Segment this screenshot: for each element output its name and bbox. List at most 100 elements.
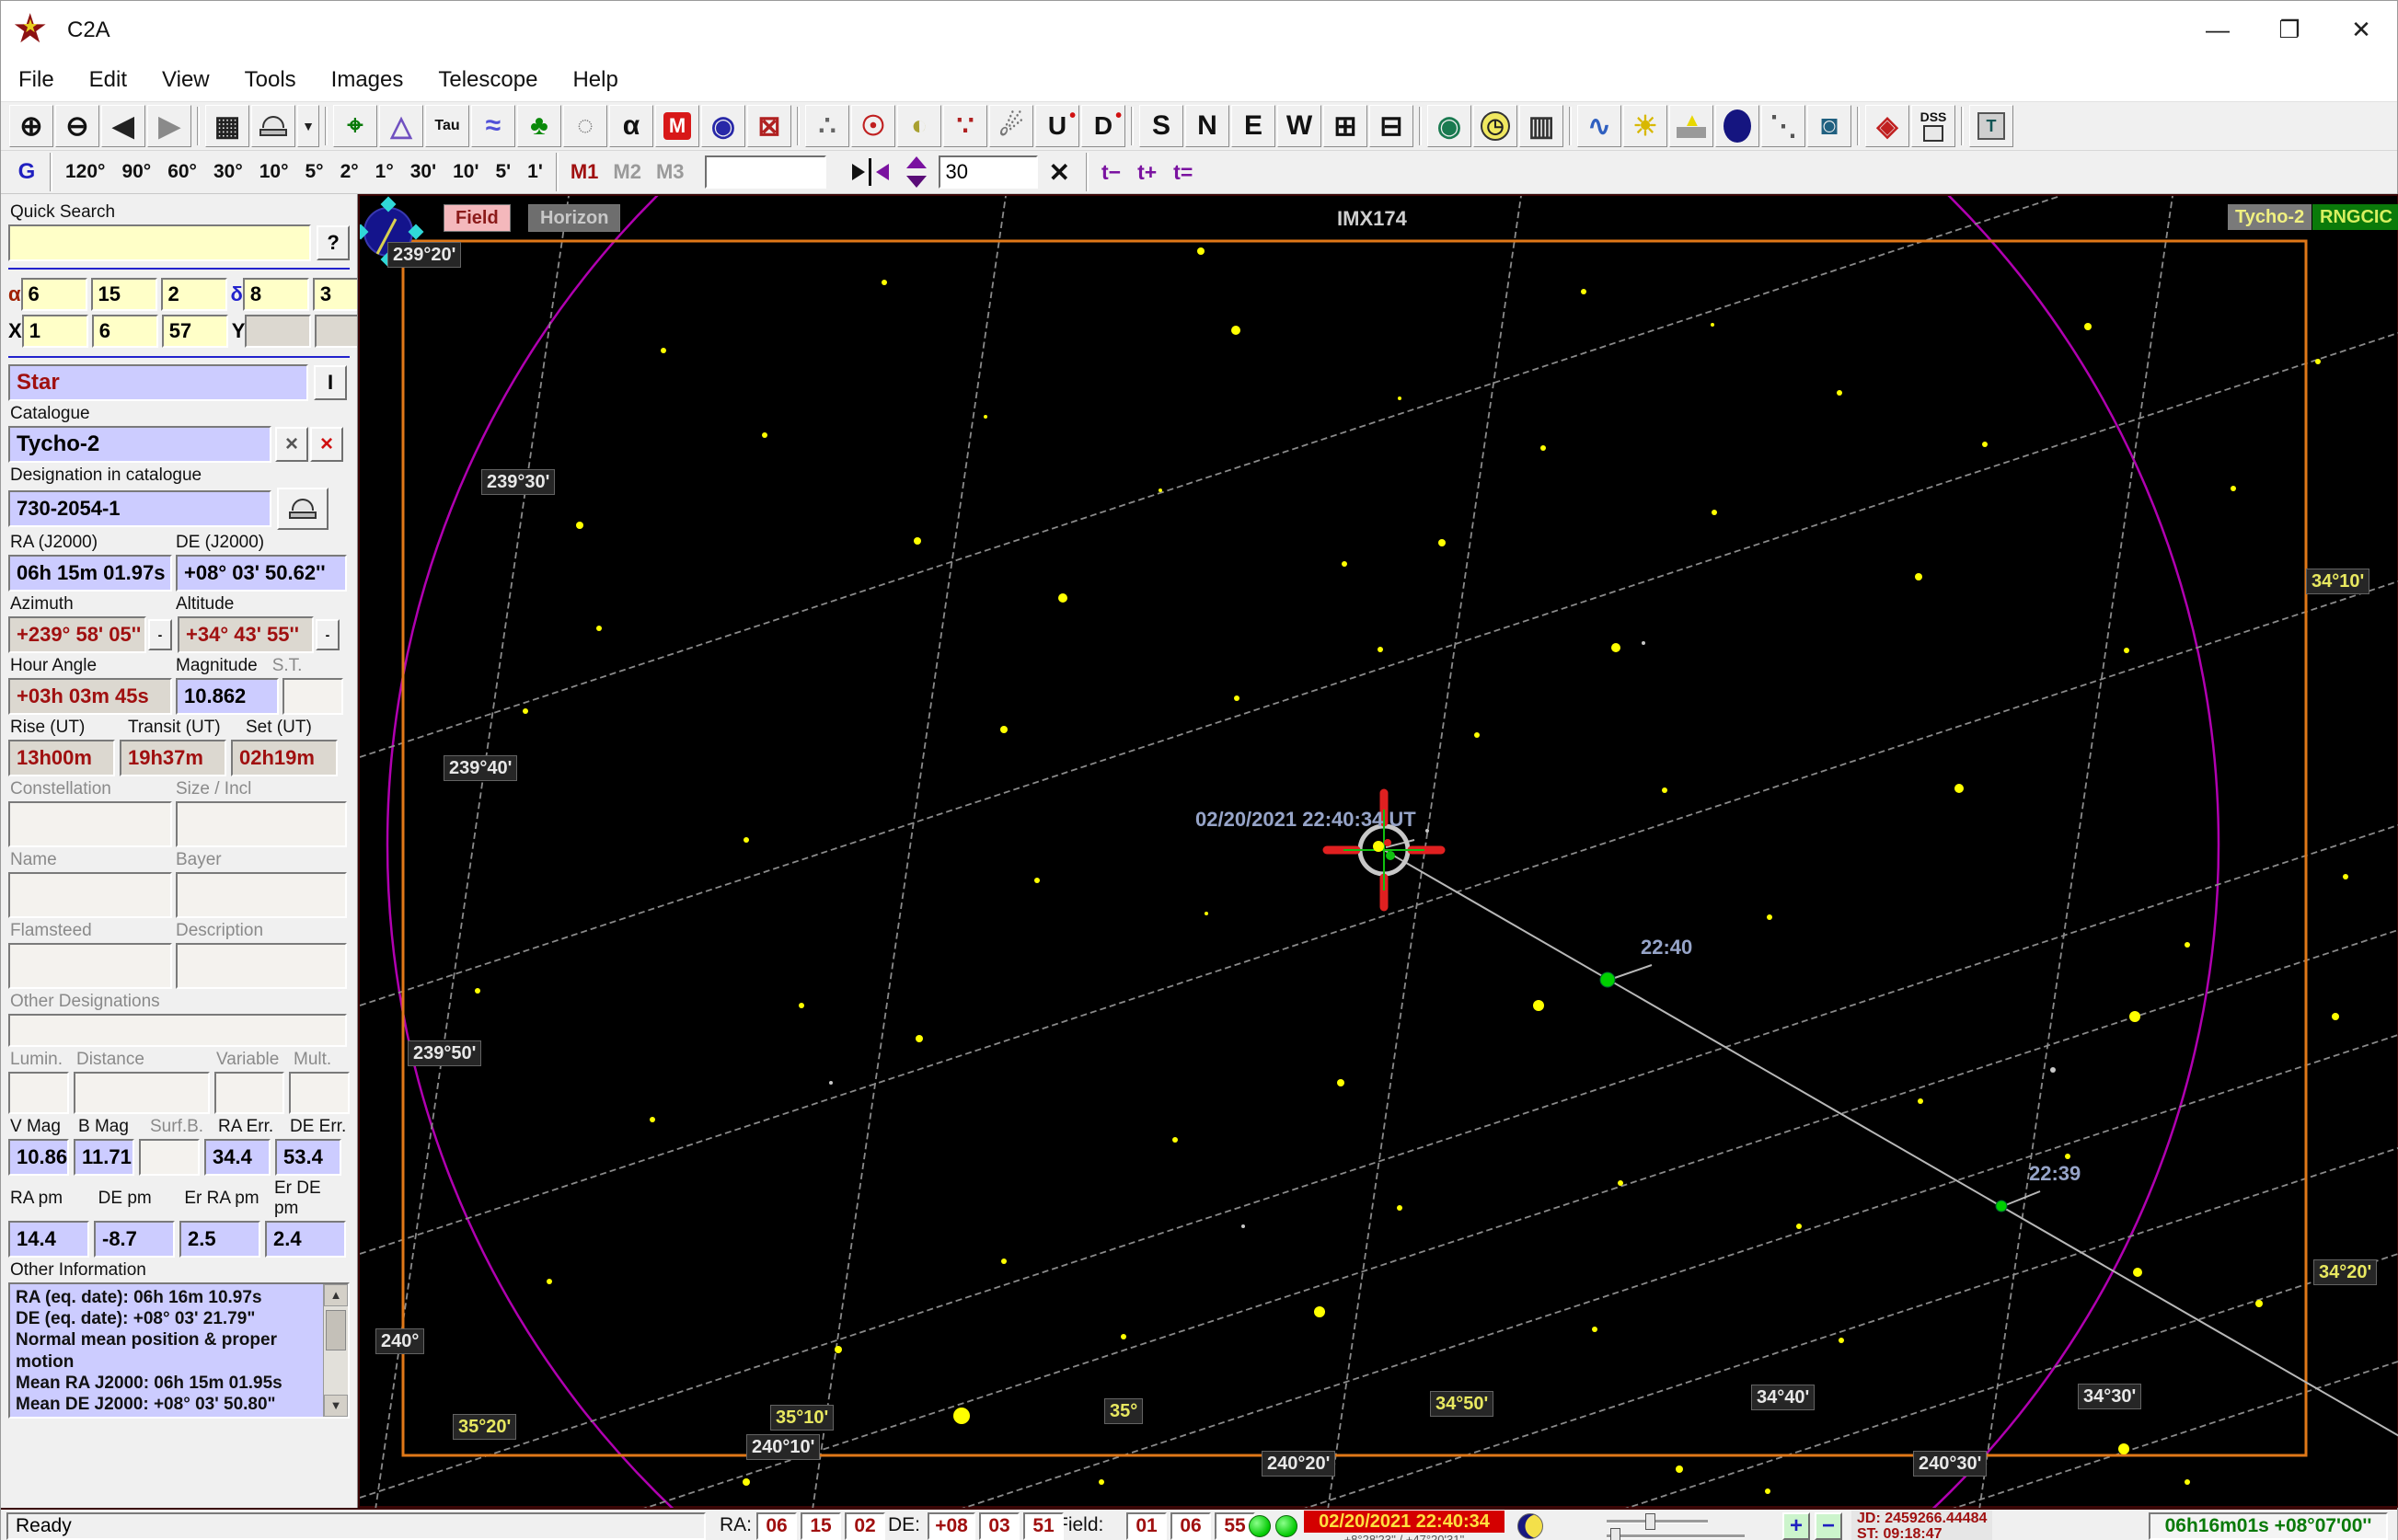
grid-toggle-icon[interactable]: ▦	[205, 105, 249, 147]
dss-download-icon[interactable]: DSS	[1911, 105, 1955, 147]
previous-view-icon[interactable]: ◀	[101, 105, 145, 147]
catalog-badge-tycho-2[interactable]: Tycho-2	[2228, 204, 2312, 230]
constellation-lines-icon[interactable]: △	[379, 105, 423, 147]
minimize-button[interactable]: —	[2182, 1, 2254, 59]
star-catalogs-icon[interactable]: ∴	[805, 105, 849, 147]
deep-sky-icon[interactable]: ◉	[701, 105, 745, 147]
altitude-minus-button[interactable]: -	[316, 619, 340, 650]
next-view-icon[interactable]: ▶	[147, 105, 191, 147]
tab-horizon[interactable]: Horizon	[528, 204, 621, 232]
center-object-icon[interactable]: ⌖	[333, 105, 377, 147]
time-plus-button[interactable]: +	[1782, 1512, 1810, 1540]
zoom-out-icon[interactable]: ⊖	[55, 105, 99, 147]
time-set-button[interactable]: t=	[1165, 160, 1201, 185]
image-overlay-icon[interactable]: ◈	[1865, 105, 1909, 147]
fov-1deg[interactable]: 1°	[367, 155, 402, 190]
sun-display-icon[interactable]: ☉	[851, 105, 895, 147]
menu-tools[interactable]: Tools	[227, 67, 314, 93]
uranus-toggle-icon[interactable]: U •	[1035, 105, 1079, 147]
dwarf-planets-toggle-icon[interactable]: D •	[1081, 105, 1125, 147]
time-slider[interactable]	[1607, 1513, 1708, 1530]
fov-10min[interactable]: 10'	[444, 155, 487, 190]
goto-button[interactable]: G	[8, 155, 45, 190]
fov-30min[interactable]: 30'	[402, 155, 444, 190]
flip-vertical-icon[interactable]	[896, 151, 938, 193]
speed-slider[interactable]	[1607, 1528, 1745, 1540]
object-info-button[interactable]: I	[314, 365, 347, 400]
x3-input[interactable]	[161, 315, 228, 348]
milky-way-icon[interactable]: ≈	[471, 105, 515, 147]
menu-telescope[interactable]: Telescope	[421, 67, 555, 93]
earth-location-icon[interactable]: ◉	[1427, 105, 1471, 147]
de-d-input[interactable]	[242, 278, 309, 311]
y2-input[interactable]	[315, 315, 357, 348]
moon-display-icon[interactable]: ◐	[897, 105, 941, 147]
rotation-angle-input[interactable]	[938, 155, 1038, 189]
fov-5deg[interactable]: 5°	[297, 155, 332, 190]
catalogue-close-button[interactable]: ×	[310, 427, 343, 462]
greek-labels-icon[interactable]: α	[609, 105, 653, 147]
maximize-button[interactable]: ❐	[2254, 1, 2325, 59]
time-plus-button[interactable]: t+	[1129, 160, 1165, 185]
frame-marker-icon[interactable]: ⊠	[747, 105, 791, 147]
observatory-panel-icon[interactable]: ▥	[1519, 105, 1563, 147]
dome-dropdown-icon[interactable]: ▼	[297, 105, 319, 147]
pan-view-icon[interactable]: ⊞	[1323, 105, 1367, 147]
time-clock-icon[interactable]: ◷	[1473, 105, 1517, 147]
ra-m-input[interactable]	[90, 278, 157, 311]
satellites-icon[interactable]: ⋱	[1761, 105, 1805, 147]
menu-file[interactable]: File	[1, 67, 72, 93]
de-m-input[interactable]	[312, 278, 357, 311]
catalog-badge-rngcic[interactable]: RNGCIC	[2312, 204, 2398, 230]
horizon-landscape-icon[interactable]: ♣	[517, 105, 561, 147]
marker-m2-button[interactable]: M2	[605, 155, 649, 190]
scroll-up-icon[interactable]: ▲	[324, 1284, 348, 1306]
horizon-fill-icon[interactable]: ⊟	[1369, 105, 1413, 147]
fov-60deg[interactable]: 60°	[159, 155, 205, 190]
marker-m1-button[interactable]: M1	[563, 155, 606, 190]
field-circle-icon[interactable]: ◌	[563, 105, 607, 147]
messier-objects-icon[interactable]: M	[655, 105, 699, 147]
zoom-in-icon[interactable]: ⊕	[9, 105, 53, 147]
close-button[interactable]: ✕	[2325, 1, 2397, 59]
camera-frame-icon[interactable]: ◙	[1807, 105, 1851, 147]
menu-help[interactable]: Help	[555, 67, 635, 93]
ra-s-input[interactable]	[160, 278, 227, 311]
altitude-curve-icon[interactable]: ∿	[1577, 105, 1621, 147]
fov-30deg[interactable]: 30°	[205, 155, 251, 190]
save-configuration-icon[interactable]: T	[1969, 105, 2013, 147]
azimuth-minus-button[interactable]: -	[148, 619, 172, 650]
tab-field[interactable]: Field	[444, 204, 511, 232]
info-scrollbar[interactable]: ▲ ▼	[323, 1284, 348, 1417]
night-vision-icon[interactable]	[1715, 105, 1759, 147]
y1-input[interactable]	[245, 315, 312, 348]
marker-m3-button[interactable]: M3	[649, 155, 692, 190]
constellation-names-icon[interactable]: Tau	[425, 105, 469, 147]
fov-90deg[interactable]: 90°	[113, 155, 159, 190]
scroll-down-icon[interactable]: ▼	[324, 1395, 348, 1417]
fov-120deg[interactable]: 120°	[57, 155, 113, 190]
clear-rotation-button[interactable]: ✕	[1038, 157, 1081, 188]
menu-edit[interactable]: Edit	[72, 67, 144, 93]
quick-search-input[interactable]	[8, 224, 312, 261]
comets-icon[interactable]: ☄	[989, 105, 1033, 147]
ra-h-input[interactable]	[20, 278, 87, 311]
flip-horizontal-icon[interactable]	[845, 151, 895, 193]
menu-view[interactable]: View	[144, 67, 227, 93]
look-west-icon[interactable]: W	[1277, 105, 1321, 147]
x2-input[interactable]	[91, 315, 158, 348]
fov-2deg[interactable]: 2°	[332, 155, 367, 190]
look-north-icon[interactable]: N	[1185, 105, 1229, 147]
time-minus-button[interactable]: t−	[1093, 160, 1129, 185]
asteroids-icon[interactable]: ∵	[943, 105, 987, 147]
object-search-input[interactable]	[704, 155, 826, 189]
twilight-icon[interactable]: ▲	[1669, 105, 1713, 147]
x1-input[interactable]	[21, 315, 88, 348]
sky-map[interactable]: Field Horizon IMX174 Tycho-2 RNGCIC 239°20' 23…	[358, 194, 2398, 1510]
time-minus-button[interactable]: −	[1815, 1512, 1842, 1540]
sun-ephemeris-icon[interactable]: ☀	[1623, 105, 1667, 147]
fov-10deg[interactable]: 10°	[251, 155, 297, 190]
menu-images[interactable]: Images	[314, 67, 421, 93]
dome-icon[interactable]	[251, 105, 295, 147]
fov-5min[interactable]: 5'	[487, 155, 519, 190]
